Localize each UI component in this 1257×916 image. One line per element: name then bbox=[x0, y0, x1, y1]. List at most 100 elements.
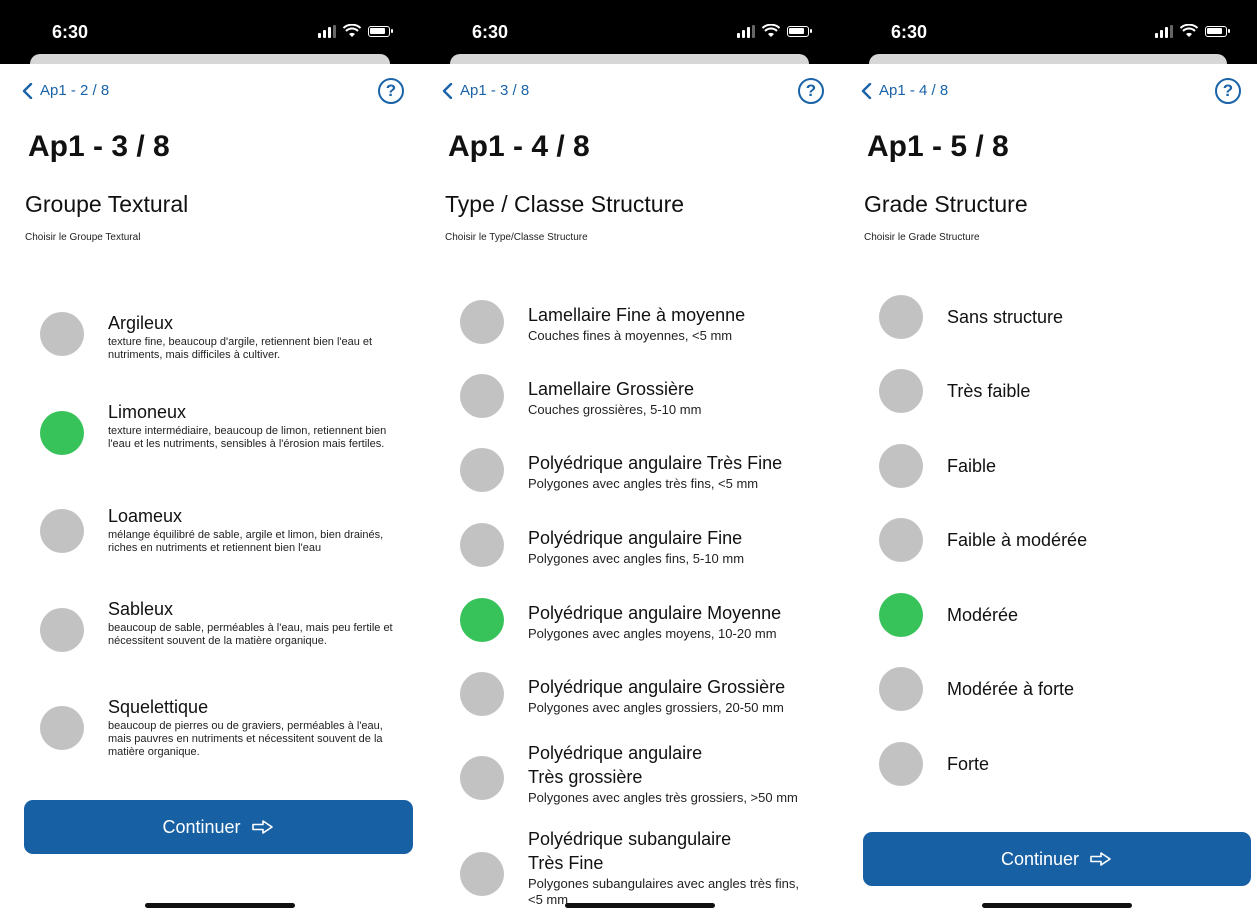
signal-icon bbox=[1155, 24, 1173, 38]
option-description: beaucoup de pierres ou de graviers, perm… bbox=[108, 720, 383, 758]
option-description: mélange équilibré de sable, argile et li… bbox=[108, 529, 384, 554]
radio-button[interactable] bbox=[460, 672, 504, 716]
battery-icon bbox=[787, 25, 812, 37]
option-title: Loameux bbox=[108, 506, 183, 526]
radio-button[interactable] bbox=[879, 444, 923, 488]
modal-sheet: Ap1 - 3 / 8 ? Ap1 - 4 / 8 Type / Classe … bbox=[430, 64, 839, 916]
battery-icon bbox=[1205, 25, 1230, 37]
option-description: Polygones avec angles moyens, 10-20 mm bbox=[528, 626, 777, 641]
back-label: Ap1 - 2 / 8 bbox=[40, 82, 110, 99]
back-label: Ap1 - 4 / 8 bbox=[879, 82, 949, 99]
arrow-right-icon bbox=[251, 820, 273, 834]
radio-button[interactable] bbox=[879, 369, 923, 413]
option-title: Polyédrique angulaire Fine bbox=[528, 528, 743, 548]
radio-button[interactable] bbox=[460, 374, 504, 418]
section-heading: Grade Structure bbox=[864, 191, 1028, 217]
option-title: Modérée bbox=[947, 605, 1019, 625]
radio-button[interactable] bbox=[460, 852, 504, 896]
radio-button[interactable] bbox=[460, 523, 504, 567]
radio-button[interactable] bbox=[460, 756, 504, 800]
modal-sheet: Ap1 - 2 / 8 ? Ap1 - 3 / 8 Groupe Textura… bbox=[10, 64, 420, 916]
radio-button[interactable] bbox=[879, 742, 923, 786]
chevron-left-icon bbox=[861, 82, 872, 99]
continue-button[interactable]: Continuer bbox=[863, 832, 1251, 886]
home-indicator[interactable] bbox=[145, 903, 295, 908]
back-button[interactable]: Ap1 - 3 / 8 bbox=[442, 82, 529, 99]
wifi-icon bbox=[343, 24, 361, 37]
continue-label: Continuer bbox=[162, 816, 241, 837]
option-title: Sableux bbox=[108, 599, 174, 619]
status-icons bbox=[318, 24, 393, 38]
option-title: Faible bbox=[947, 456, 997, 476]
option-title: Très faible bbox=[947, 381, 1031, 401]
option-description: Couches grossières, 5-10 mm bbox=[528, 402, 702, 417]
status-icons bbox=[1155, 24, 1230, 38]
radio-button[interactable] bbox=[40, 312, 84, 356]
wifi-icon bbox=[762, 24, 780, 37]
phone-screen-2: 6:30 Ap1 - 3 / 8 ? Ap1 - 4 / 8 Type / Cl… bbox=[420, 0, 839, 916]
modal-sheet: Ap1 - 4 / 8 ? Ap1 - 5 / 8 Grade Structur… bbox=[849, 64, 1257, 916]
radio-button[interactable] bbox=[879, 518, 923, 562]
help-icon[interactable]: ? bbox=[798, 78, 824, 104]
option-description: Couches fines à moyennes, <5 mm bbox=[528, 328, 733, 343]
radio-button[interactable] bbox=[879, 667, 923, 711]
radio-button[interactable] bbox=[40, 509, 84, 553]
option-title: Argileux bbox=[108, 313, 174, 333]
option-title: Forte bbox=[947, 754, 990, 774]
radio-button-selected[interactable] bbox=[879, 593, 923, 637]
status-time: 6:30 bbox=[891, 22, 928, 42]
phone-screen-3: 6:30 Ap1 - 4 / 8 ? Ap1 - 5 / 8 Grade Str… bbox=[839, 0, 1257, 916]
section-subtitle: Choisir le Groupe Textural bbox=[25, 232, 141, 243]
section-subtitle: Choisir le Type/Classe Structure bbox=[445, 232, 588, 243]
option-title-line2: Très grossière bbox=[528, 767, 643, 787]
phone-screen-1: 6:30 Ap1 - 2 / 8 ? Ap1 - 3 / 8 Groupe Te… bbox=[0, 0, 420, 916]
continue-label: Continuer bbox=[1000, 848, 1080, 869]
chevron-left-icon bbox=[442, 82, 453, 99]
status-icons bbox=[737, 24, 812, 38]
option-description: texture fine, beaucoup d'argile, retienn… bbox=[108, 336, 373, 361]
option-description: Polygones avec angles fins, 5-10 mm bbox=[528, 551, 745, 566]
back-button[interactable]: Ap1 - 4 / 8 bbox=[861, 82, 948, 99]
status-time: 6:30 bbox=[52, 22, 89, 42]
option-title: Sans structure bbox=[947, 307, 1064, 327]
help-icon[interactable]: ? bbox=[378, 78, 404, 104]
chevron-left-icon bbox=[22, 82, 33, 99]
radio-button[interactable] bbox=[40, 608, 84, 652]
section-heading: Type / Classe Structure bbox=[445, 191, 685, 217]
home-indicator[interactable] bbox=[565, 903, 715, 908]
option-description: texture intermédiaire, beaucoup de limon… bbox=[108, 425, 387, 450]
option-description: Polygones avec angles très grossiers, >5… bbox=[528, 790, 798, 805]
option-description: Polygones avec angles très fins, <5 mm bbox=[528, 476, 759, 491]
radio-button[interactable] bbox=[460, 300, 504, 344]
option-description: Polygones avec angles grossiers, 20-50 m… bbox=[528, 700, 784, 715]
radio-button[interactable] bbox=[460, 448, 504, 492]
radio-button[interactable] bbox=[40, 706, 84, 750]
status-time: 6:30 bbox=[472, 22, 509, 42]
option-description-line2: <5 mm bbox=[528, 892, 569, 907]
option-title: Polyédrique subangulaire bbox=[528, 829, 732, 849]
arrow-right-icon bbox=[1090, 852, 1111, 866]
section-subtitle: Choisir le Grade Structure bbox=[864, 232, 980, 243]
battery-icon bbox=[368, 25, 393, 37]
option-description: Polygones subangulaires avec angles très… bbox=[528, 876, 799, 891]
signal-icon bbox=[737, 24, 755, 38]
page-title: Ap1 - 4 / 8 bbox=[448, 130, 590, 163]
option-title: Lamellaire Fine à moyenne bbox=[528, 305, 746, 325]
radio-button-selected[interactable] bbox=[460, 598, 504, 642]
page-title: Ap1 - 5 / 8 bbox=[867, 130, 1009, 163]
radio-button[interactable] bbox=[879, 295, 923, 339]
back-label: Ap1 - 3 / 8 bbox=[460, 82, 530, 99]
option-title-line2: Très Fine bbox=[528, 853, 604, 873]
option-title: Polyédrique angulaire bbox=[528, 743, 703, 763]
option-title: Modérée à forte bbox=[947, 679, 1075, 699]
option-title: Polyédrique angulaire Moyenne bbox=[528, 603, 782, 623]
continue-button[interactable]: Continuer bbox=[24, 800, 413, 854]
page-title: Ap1 - 3 / 8 bbox=[28, 130, 170, 163]
option-title: Squelettique bbox=[108, 697, 209, 717]
signal-icon bbox=[318, 24, 336, 38]
help-icon[interactable]: ? bbox=[1215, 78, 1241, 104]
radio-button-selected[interactable] bbox=[40, 411, 84, 455]
section-heading: Groupe Textural bbox=[25, 191, 189, 217]
home-indicator[interactable] bbox=[982, 903, 1132, 908]
back-button[interactable]: Ap1 - 2 / 8 bbox=[22, 82, 109, 99]
